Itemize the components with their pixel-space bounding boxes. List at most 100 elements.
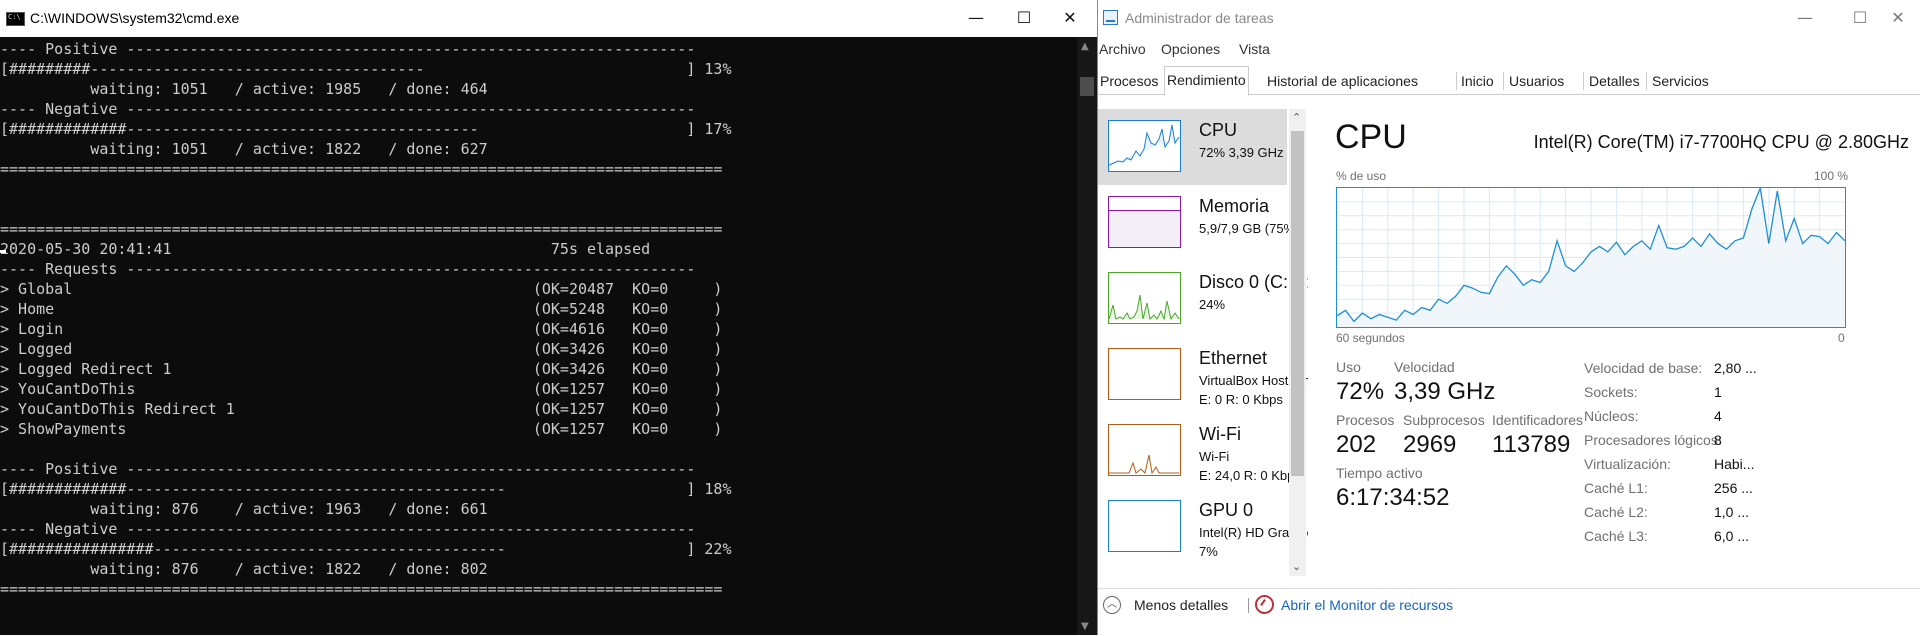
uptime-title: Tiempo activo <box>1336 465 1423 481</box>
cmd-line: waiting: 1051 / active: 1985 / done: 464 <box>0 80 488 98</box>
cmd-icon: C:\ <box>6 12 25 26</box>
sidebar-item-cpu[interactable]: CPU 72% 3,39 GHz <box>1098 109 1287 185</box>
cmd-line: ---- Negative --------------------------… <box>0 100 696 118</box>
cpu-heading: CPU <box>1335 118 1407 156</box>
sidebar-item-ethernet[interactable]: Ethernet VirtualBox Host-Only E: 0 R: 0 … <box>1098 337 1308 413</box>
menu-vista[interactable]: Vista <box>1239 41 1270 57</box>
footer-divider <box>1248 598 1249 613</box>
cmd-line: [#############--------------------------… <box>0 120 732 138</box>
cmd-line: [#############--------------------------… <box>0 480 732 498</box>
tab-usuarios[interactable]: Usuarios <box>1507 69 1566 93</box>
threads-value: 2969 <box>1403 431 1457 458</box>
sidebar-item-gpu-usage: 7% <box>1199 544 1218 559</box>
ethernet-mini-graph <box>1108 348 1181 400</box>
spec-l1-value: 256 ... <box>1714 480 1753 496</box>
spec-logical-value: 8 <box>1714 432 1722 448</box>
cmd-line: ========================================… <box>0 580 723 598</box>
cmd-line: > Login (OK=4616 KO=0 ) <box>0 320 723 338</box>
tab-bar: Procesos Rendimiento Historial de aplica… <box>1098 66 1920 96</box>
cmd-line: > YouCantDoThis (OK=1257 KO=0 ) <box>0 380 723 398</box>
task-manager-window: Administrador de tareas — ☐ ✕ Archivo Op… <box>1097 0 1920 635</box>
cmd-line: waiting: 1051 / active: 1822 / done: 627 <box>0 140 488 158</box>
tab-detalles[interactable]: Detalles <box>1587 69 1642 93</box>
processes-value: 202 <box>1336 431 1377 458</box>
sidebar-scrollbar[interactable]: ⌃ ⌄ <box>1289 109 1306 576</box>
cmd-window: C:\ C:\WINDOWS\system32\cmd.exe — ☐ ✕ --… <box>0 0 1097 635</box>
cmd-minimize-button[interactable]: — <box>953 0 999 37</box>
cmd-line: > Logged (OK=3426 KO=0 ) <box>0 340 723 358</box>
threads-title: Subprocesos <box>1403 412 1485 428</box>
wifi-mini-graph <box>1108 424 1181 476</box>
spec-cores-value: 4 <box>1714 408 1722 424</box>
scroll-down-arrow-icon[interactable]: ▼ <box>1081 621 1089 632</box>
taskmgr-close-button[interactable]: ✕ <box>1875 0 1920 37</box>
sidebar-item-wifi-adapter: Wi-Fi <box>1199 449 1230 464</box>
resource-monitor-icon[interactable] <box>1255 595 1274 614</box>
spec-virtualization-label: Virtualización: <box>1584 456 1671 472</box>
chevron-up-circle-icon[interactable]: ︿ <box>1103 596 1121 614</box>
cmd-line: > Logged Redirect 1 (OK=3426 KO=0 ) <box>0 360 723 378</box>
cmd-line: [################-----------------------… <box>0 540 732 558</box>
handles-value: 113789 <box>1492 431 1571 458</box>
tab-rendimiento[interactable]: Rendimiento <box>1164 66 1249 96</box>
spec-l2-label: Caché L2: <box>1584 504 1648 520</box>
cmd-scrollbar[interactable]: ▲ ▼ <box>1077 37 1097 635</box>
spec-base-speed-value: 2,80 ... <box>1714 360 1757 376</box>
cmd-line: ========================================… <box>0 220 723 238</box>
sidebar-item-disco[interactable]: Disco 0 (C: D:) 24% <box>1098 261 1308 337</box>
spec-virtualization-value: Habi... <box>1714 456 1755 472</box>
sidebar-scroll-thumb[interactable] <box>1291 131 1304 476</box>
taskmgr-minimize-button[interactable]: — <box>1782 0 1828 37</box>
usage-value: 72% <box>1336 378 1385 405</box>
usage-title: Uso <box>1336 359 1361 375</box>
performance-sidebar: CPU 72% 3,39 GHz Memoria 5,9/7,9 GB (75%… <box>1098 109 1308 576</box>
sidebar-item-cpu-detail: 72% 3,39 GHz <box>1199 145 1284 160</box>
sidebar-item-cpu-name: CPU <box>1199 120 1238 140</box>
fewer-details-button[interactable]: Menos detalles <box>1134 597 1228 613</box>
menu-opciones[interactable]: Opciones <box>1161 41 1220 57</box>
sidebar-item-ethernet-name: Ethernet <box>1199 348 1268 368</box>
cmd-window-title: C:\WINDOWS\system32\cmd.exe <box>30 10 240 26</box>
gpu-mini-graph <box>1108 500 1181 552</box>
spec-l1-label: Caché L1: <box>1584 480 1648 496</box>
cmd-output[interactable]: ---- Positive --------------------------… <box>0 37 1075 635</box>
cmd-cursor <box>0 250 6 253</box>
tab-inicio[interactable]: Inicio <box>1459 69 1496 93</box>
cmd-close-button[interactable]: ✕ <box>1047 0 1093 37</box>
cmd-maximize-button[interactable]: ☐ <box>1001 0 1047 37</box>
cpu-mini-graph <box>1108 120 1181 172</box>
cmd-scroll-thumb[interactable] <box>1080 77 1094 96</box>
disk-mini-graph-svg <box>1109 294 1180 321</box>
scroll-up-arrow-icon[interactable]: ▲ <box>1081 41 1089 52</box>
sidebar-item-ethernet-rate: E: 0 R: 0 Kbps <box>1199 392 1283 407</box>
graph-time-label: 60 segundos <box>1336 331 1405 345</box>
spec-base-speed-label: Velocidad de base: <box>1584 360 1703 376</box>
tab-procesos[interactable]: Procesos <box>1098 69 1160 93</box>
spec-cores-label: Núcleos: <box>1584 408 1639 424</box>
cmd-line: ========================================… <box>0 160 723 178</box>
cmd-line: ---- Positive --------------------------… <box>0 40 696 58</box>
cmd-line: 2020-05-30 20:41:41 75s elapsed <box>0 240 651 258</box>
speed-title: Velocidad <box>1394 359 1455 375</box>
tab-servicios[interactable]: Servicios <box>1650 69 1711 93</box>
sidebar-item-memoria[interactable]: Memoria 5,9/7,9 GB (75%) <box>1098 185 1299 261</box>
cpu-mini-graph-svg <box>1109 124 1180 166</box>
cpu-detail-panel: CPU Intel(R) Core(TM) i7-7700HQ CPU @ 2.… <box>1308 94 1920 594</box>
speed-value: 3,39 GHz <box>1394 378 1496 405</box>
sidebar-item-disco-detail: 24% <box>1199 297 1226 312</box>
cmd-line: waiting: 876 / active: 1963 / done: 661 <box>0 500 488 518</box>
taskmgr-footer: ︿ Menos detalles Abrir el Monitor de rec… <box>1098 588 1920 636</box>
spec-logical-label: Procesadores lógicos: <box>1584 432 1722 448</box>
chevron-down-icon[interactable]: ⌄ <box>1292 560 1301 573</box>
graph-usage-label: % de uso <box>1336 169 1387 183</box>
cmd-line: > Global (OK=20487 KO=0 ) <box>0 280 723 298</box>
sidebar-item-gpu[interactable]: GPU 0 Intel(R) HD Graphics 7% <box>1098 489 1308 565</box>
menu-archivo[interactable]: Archivo <box>1099 41 1146 57</box>
graph-max-label: 100 % <box>1814 169 1849 183</box>
resource-monitor-link[interactable]: Abrir el Monitor de recursos <box>1281 597 1453 613</box>
taskmgr-titlebar[interactable]: Administrador de tareas — ☐ ✕ <box>1098 0 1920 37</box>
tab-historial[interactable]: Historial de aplicaciones <box>1265 69 1420 93</box>
sidebar-item-wifi[interactable]: Wi-Fi Wi-Fi E: 24,0 R: 0 Kbps <box>1098 413 1301 489</box>
cmd-titlebar[interactable]: C:\ C:\WINDOWS\system32\cmd.exe — ☐ ✕ <box>0 0 1097 37</box>
chevron-up-icon[interactable]: ⌃ <box>1292 111 1301 124</box>
